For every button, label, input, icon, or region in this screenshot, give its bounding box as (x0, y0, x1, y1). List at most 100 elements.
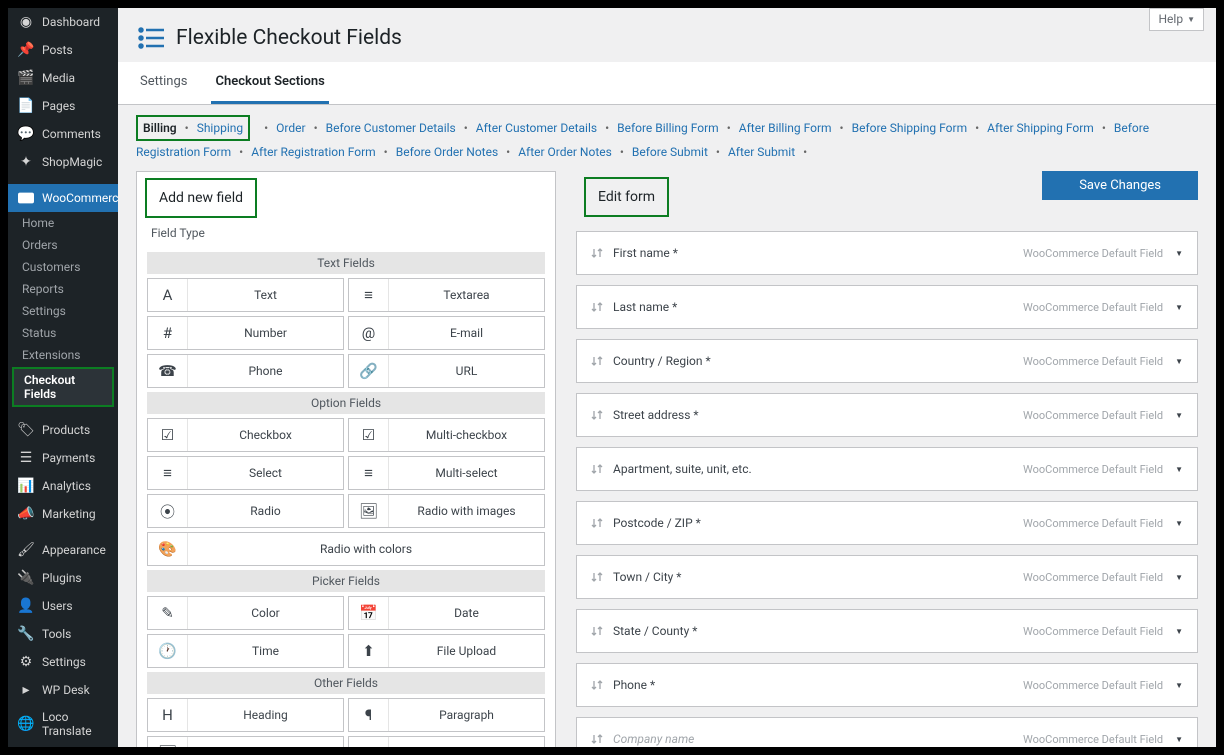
sort-icon[interactable] (591, 678, 603, 692)
field-type-date[interactable]: 📅 Date (348, 596, 545, 630)
sidebar-item-media[interactable]: 🎬 Media (8, 64, 118, 92)
sidebar-item-loco-translate[interactable]: 🌐 Loco Translate (8, 704, 118, 744)
sidebar-item-appearance[interactable]: 🖌 Appearance (8, 536, 118, 564)
subtab-before-submit[interactable]: Before Submit (632, 145, 708, 159)
field-type-radio-with-images[interactable]: 🖼 Radio with images (348, 494, 545, 528)
field-type-number[interactable]: # Number (147, 316, 344, 350)
sidebar-item-users[interactable]: 👤 Users (8, 592, 118, 620)
field-type-text[interactable]: A Text (147, 278, 344, 312)
form-field-row[interactable]: Postcode / ZIP * WooCommerce Default Fie… (576, 501, 1198, 545)
form-field-row[interactable]: Town / City * WooCommerce Default Field … (576, 555, 1198, 599)
field-type-image[interactable]: 🖼 Image (147, 736, 344, 747)
e-mail-icon: @ (349, 317, 389, 349)
subtab-after-customer-details[interactable]: After Customer Details (476, 121, 597, 135)
sidebar-item-products[interactable]: 🏷 Products (8, 416, 118, 444)
field-type-multi-checkbox[interactable]: ☑ Multi-checkbox (348, 418, 545, 452)
field-type-heading[interactable]: H Heading (147, 698, 344, 732)
field-type-multi-select[interactable]: ≡ Multi-select (348, 456, 545, 490)
expand-icon[interactable]: ▼ (1175, 519, 1183, 528)
sidebar-sub-settings[interactable]: Settings (8, 300, 118, 322)
form-field-row[interactable]: Street address * WooCommerce Default Fie… (576, 393, 1198, 437)
sidebar-item-plugins[interactable]: 🔌 Plugins (8, 564, 118, 592)
subtab-order[interactable]: Order (276, 121, 305, 135)
field-type-textarea[interactable]: ≡ Textarea (348, 278, 545, 312)
subtab-after-shipping-form[interactable]: After Shipping Form (987, 121, 1094, 135)
form-field-row[interactable]: Country / Region * WooCommerce Default F… (576, 339, 1198, 383)
field-type-checkbox[interactable]: ☑ Checkbox (147, 418, 344, 452)
field-type-paragraph[interactable]: ¶ Paragraph (348, 698, 545, 732)
form-field-row[interactable]: State / County * WooCommerce Default Fie… (576, 609, 1198, 653)
sidebar-item-settings[interactable]: ⚙ Settings (8, 648, 118, 676)
subtab-after-submit[interactable]: After Submit (728, 145, 795, 159)
sidebar-item-wp-desk[interactable]: ▸ WP Desk (8, 676, 118, 704)
tab-settings[interactable]: Settings (136, 62, 191, 104)
field-type-e-mail[interactable]: @ E-mail (348, 316, 545, 350)
expand-icon[interactable]: ▼ (1175, 681, 1183, 690)
field-type-color[interactable]: ✎ Color (147, 596, 344, 630)
sort-icon[interactable] (591, 732, 603, 746)
field-type-time[interactable]: 🕐 Time (147, 634, 344, 668)
sort-icon[interactable] (591, 516, 603, 530)
subtab-before-order-notes[interactable]: Before Order Notes (396, 145, 498, 159)
expand-icon[interactable]: ▼ (1175, 249, 1183, 258)
form-field-row[interactable]: First name * WooCommerce Default Field ▼ (576, 231, 1198, 275)
form-field-row[interactable]: Last name * WooCommerce Default Field ▼ (576, 285, 1198, 329)
users-icon: 👤 (18, 598, 34, 614)
expand-icon[interactable]: ▼ (1175, 411, 1183, 420)
sidebar-sub-home[interactable]: Home (8, 212, 118, 234)
field-tag: WooCommerce Default Field (1023, 463, 1163, 476)
expand-icon[interactable]: ▼ (1175, 573, 1183, 582)
help-tab[interactable]: Help ▼ (1149, 8, 1204, 31)
sidebar-item-comments[interactable]: 💬 Comments (8, 120, 118, 148)
sidebar-item-tools[interactable]: 🔧 Tools (8, 620, 118, 648)
sort-icon[interactable] (591, 246, 603, 260)
sidebar-item-pages[interactable]: 📄 Pages (8, 92, 118, 120)
sidebar-sub-checkout-fields[interactable]: Checkout Fields (12, 367, 114, 407)
field-type-url[interactable]: 🔗 URL (348, 354, 545, 388)
expand-icon[interactable]: ▼ (1175, 303, 1183, 312)
subtab-billing[interactable]: Billing (143, 121, 177, 135)
field-type-phone[interactable]: ☎ Phone (147, 354, 344, 388)
expand-icon[interactable]: ▼ (1175, 735, 1183, 744)
save-changes-button[interactable]: Save Changes (1042, 171, 1198, 200)
sidebar-item-dashboard[interactable]: ◉ Dashboard (8, 8, 118, 36)
subtab-before-shipping-form[interactable]: Before Shipping Form (852, 121, 967, 135)
sidebar-item-posts[interactable]: 📌 Posts (8, 36, 118, 64)
sidebar-item-shopmagic[interactable]: ✦ ShopMagic (8, 148, 118, 176)
sidebar-sub-orders[interactable]: Orders (8, 234, 118, 256)
field-type-file-upload[interactable]: ⬆ File Upload (348, 634, 545, 668)
expand-icon[interactable]: ▼ (1175, 465, 1183, 474)
sidebar-item-woocommerce[interactable]: WooCommerce (8, 184, 118, 212)
expand-icon[interactable]: ▼ (1175, 357, 1183, 366)
sidebar-sub-customers[interactable]: Customers (8, 256, 118, 278)
form-field-row[interactable]: Phone * WooCommerce Default Field ▼ (576, 663, 1198, 707)
sort-icon[interactable] (591, 354, 603, 368)
field-type-select[interactable]: ≡ Select (147, 456, 344, 490)
field-type-radio-with-colors[interactable]: 🎨 Radio with colors (147, 532, 545, 566)
field-type-html[interactable]: HTML (348, 736, 545, 747)
form-field-row[interactable]: Apartment, suite, unit, etc. WooCommerce… (576, 447, 1198, 491)
sort-icon[interactable] (591, 624, 603, 638)
add-field-heading: Add new field (145, 178, 257, 218)
sidebar-item-collapse-menu[interactable]: ◀ Collapse menu (8, 744, 118, 747)
sidebar-sub-extensions[interactable]: Extensions (8, 344, 118, 366)
field-type-radio[interactable]: ⦿ Radio (147, 494, 344, 528)
subtab-before-customer-details[interactable]: Before Customer Details (326, 121, 456, 135)
sidebar-sub-status[interactable]: Status (8, 322, 118, 344)
sort-icon[interactable] (591, 300, 603, 314)
subtab-shipping[interactable]: Shipping (197, 121, 243, 135)
sidebar-item-analytics[interactable]: 📊 Analytics (8, 472, 118, 500)
sort-icon[interactable] (591, 408, 603, 422)
sort-icon[interactable] (591, 570, 603, 584)
expand-icon[interactable]: ▼ (1175, 627, 1183, 636)
sidebar-item-marketing[interactable]: 📣 Marketing (8, 500, 118, 528)
subtab-after-billing-form[interactable]: After Billing Form (739, 121, 832, 135)
sidebar-item-payments[interactable]: ☰ Payments (8, 444, 118, 472)
sidebar-sub-reports[interactable]: Reports (8, 278, 118, 300)
subtab-before-billing-form[interactable]: Before Billing Form (617, 121, 719, 135)
form-field-row[interactable]: Company name WooCommerce Default Field ▼ (576, 717, 1198, 747)
sort-icon[interactable] (591, 462, 603, 476)
subtab-after-registration-form[interactable]: After Registration Form (251, 145, 375, 159)
tab-checkout-sections[interactable]: Checkout Sections (211, 62, 328, 104)
subtab-after-order-notes[interactable]: After Order Notes (518, 145, 612, 159)
